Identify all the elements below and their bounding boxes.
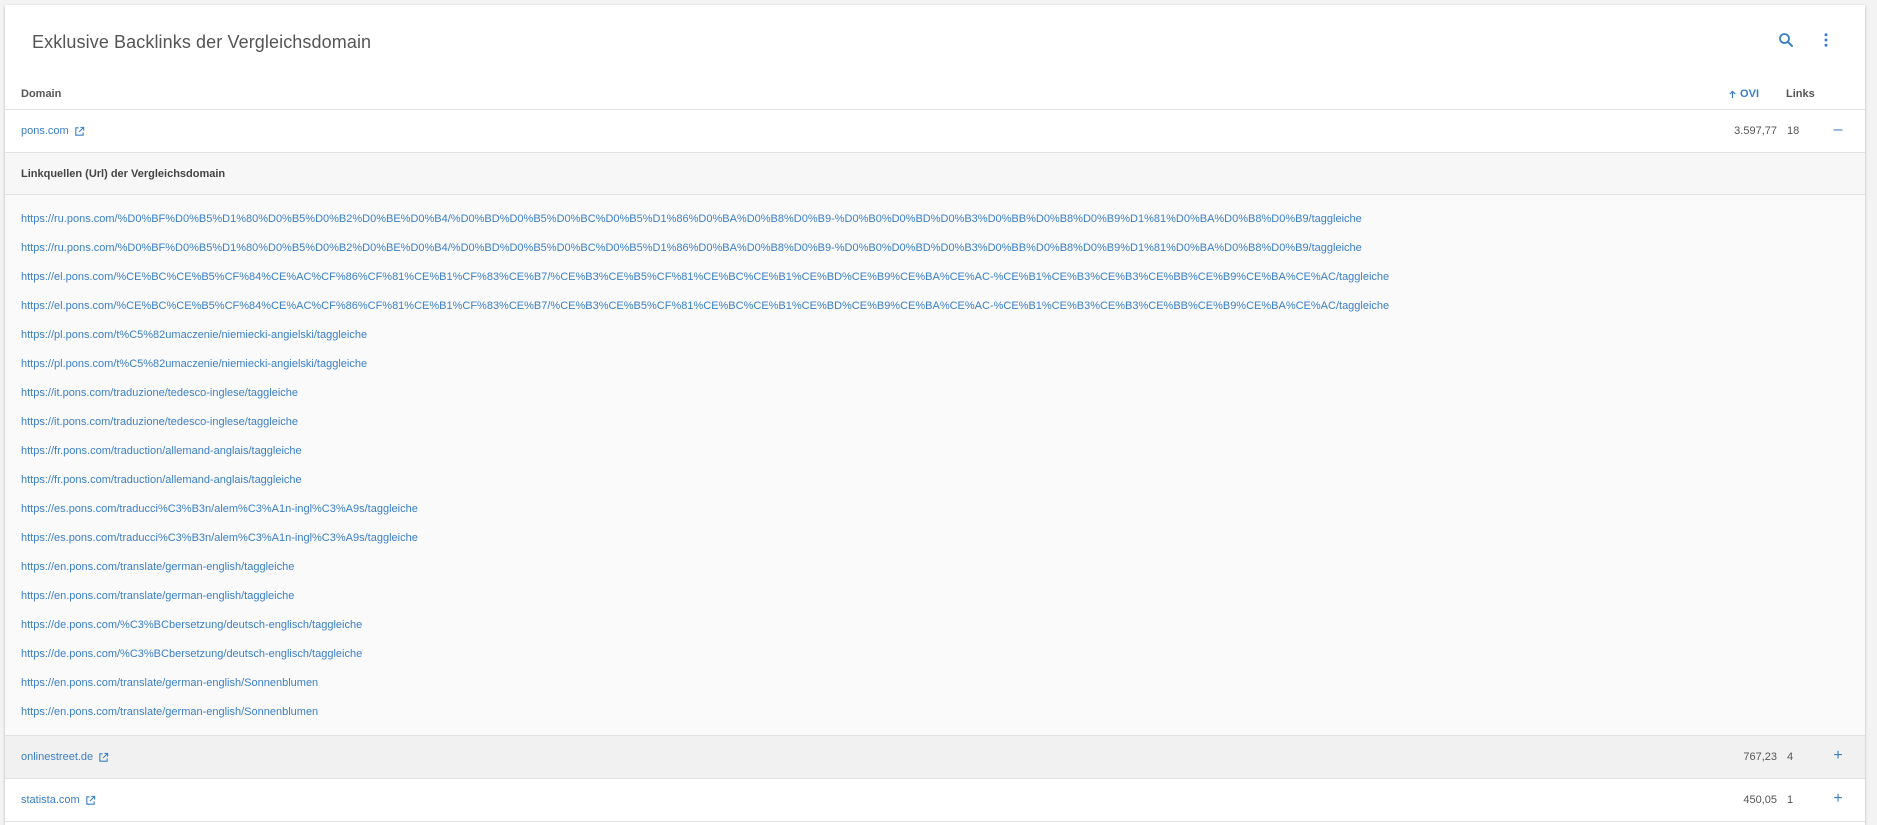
source-url-link[interactable]: https://pl.pons.com/t%C5%82umaczenie/nie… <box>5 350 1865 379</box>
column-domain[interactable]: Domain <box>21 88 61 100</box>
links-count: 1 <box>1787 794 1794 806</box>
source-url-link[interactable]: https://de.pons.com/%C3%BCbersetzung/deu… <box>5 640 1865 669</box>
links-count: 18 <box>1787 125 1800 137</box>
expand-toggle[interactable]: + <box>1829 747 1847 765</box>
domain-label: onlinestreet.de <box>21 751 94 763</box>
external-link-icon[interactable] <box>85 795 96 806</box>
search-button[interactable] <box>1773 27 1799 53</box>
column-links[interactable]: Links <box>1786 88 1815 100</box>
link-sources-title: Linkquellen (Url) der Vergleichsdomain <box>21 168 226 180</box>
source-url-link[interactable]: https://de.pons.com/%C3%BCbersetzung/deu… <box>5 611 1865 640</box>
link-sources-header: Linkquellen (Url) der Vergleichsdomain <box>5 153 1865 195</box>
source-url-link[interactable]: https://el.pons.com/%CE%BC%CE%B5%CF%84%C… <box>5 263 1865 292</box>
source-url-link[interactable]: https://es.pons.com/traducci%C3%B3n/alem… <box>5 524 1865 553</box>
domain-link[interactable]: pons.com <box>21 125 85 137</box>
column-ovi-sort[interactable]: OVI <box>1728 88 1759 100</box>
source-url-link[interactable]: https://en.pons.com/translate/german-eng… <box>5 582 1865 611</box>
source-url-link[interactable]: https://fr.pons.com/traduction/allemand-… <box>5 437 1865 466</box>
more-vert-icon <box>1824 33 1828 47</box>
domain-link[interactable]: statista.com <box>21 794 96 806</box>
source-url-link[interactable]: https://ru.pons.com/%D0%BF%D0%B5%D1%80%D… <box>5 205 1865 234</box>
source-url-link[interactable]: https://en.pons.com/translate/german-eng… <box>5 698 1865 727</box>
source-url-link[interactable]: https://fr.pons.com/traduction/allemand-… <box>5 466 1865 495</box>
card-title: Exklusive Backlinks der Vergleichsdomain <box>32 32 372 52</box>
ovi-value: 767,23 <box>1743 751 1777 763</box>
external-link-icon[interactable] <box>74 126 85 137</box>
expand-toggle[interactable]: + <box>1829 790 1847 808</box>
source-url-link[interactable]: https://es.pons.com/traducci%C3%B3n/alem… <box>5 495 1865 524</box>
arrow-up-icon <box>1729 90 1736 98</box>
table-row: onlinestreet.de 767,23 4 + <box>5 736 1865 779</box>
search-icon <box>1779 33 1793 47</box>
domain-label: pons.com <box>21 125 69 137</box>
source-url-link[interactable]: https://en.pons.com/translate/german-eng… <box>5 553 1865 582</box>
domain-label: statista.com <box>21 794 80 806</box>
table-row: statista.com 450,05 1 + <box>5 779 1865 822</box>
source-url-link[interactable]: https://it.pons.com/traduzione/tedesco-i… <box>5 408 1865 437</box>
exclusive-backlinks-card: Exklusive Backlinks der Vergleichsdomain… <box>5 5 1865 825</box>
table-row: pons.com 3.597,77 18 – <box>5 110 1865 153</box>
domain-link[interactable]: onlinestreet.de <box>21 751 109 763</box>
column-ovi-label: OVI <box>1740 88 1759 100</box>
more-options-button[interactable] <box>1813 27 1839 53</box>
source-url-link[interactable]: https://el.pons.com/%CE%BC%CE%B5%CF%84%C… <box>5 292 1865 321</box>
source-url-link[interactable]: https://ru.pons.com/%D0%BF%D0%B5%D1%80%D… <box>5 234 1865 263</box>
ovi-value: 450,05 <box>1743 794 1777 806</box>
external-link-icon[interactable] <box>98 752 109 763</box>
ovi-value: 3.597,77 <box>1734 125 1777 137</box>
table-header: Domain OVI Links <box>5 75 1865 110</box>
collapse-toggle[interactable]: – <box>1829 121 1847 139</box>
source-url-link[interactable]: https://pl.pons.com/t%C5%82umaczenie/nie… <box>5 321 1865 350</box>
links-count: 4 <box>1787 751 1794 763</box>
link-sources-list: https://ru.pons.com/%D0%BF%D0%B5%D1%80%D… <box>5 195 1865 736</box>
source-url-link[interactable]: https://it.pons.com/traduzione/tedesco-i… <box>5 379 1865 408</box>
source-url-link[interactable]: https://en.pons.com/translate/german-eng… <box>5 669 1865 698</box>
card-header: Exklusive Backlinks der Vergleichsdomain <box>5 5 1865 75</box>
